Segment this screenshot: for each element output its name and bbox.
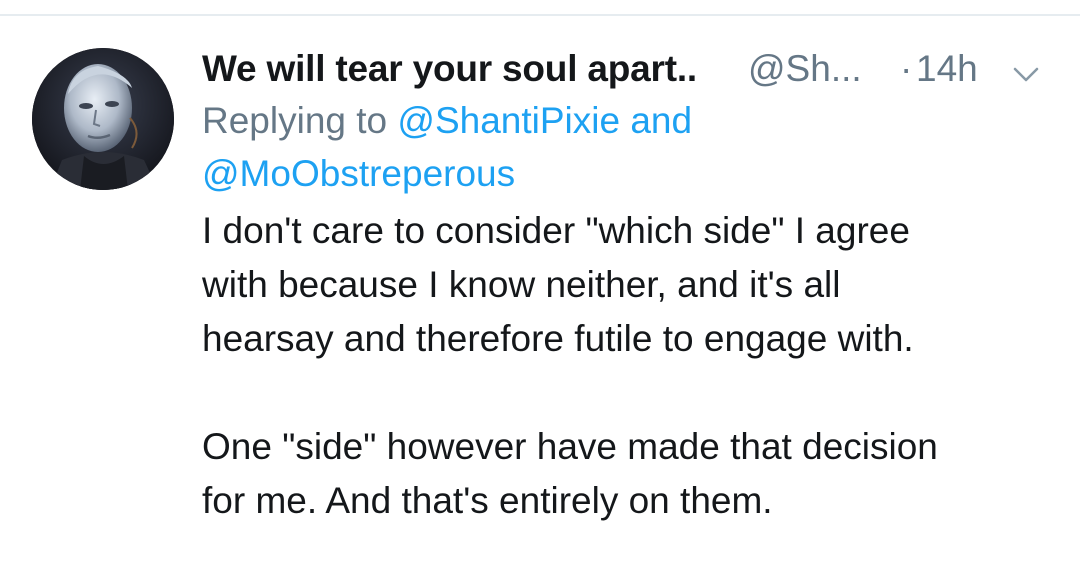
chevron-down-icon[interactable] <box>1012 60 1040 88</box>
tweet-paragraph-2: One "side" however have made that decisi… <box>202 420 1032 528</box>
tweet-text-line: I don't care to consider "which side" I … <box>202 210 910 251</box>
tweet-content: We will tear your soul apart.. @Sh... · … <box>202 38 1039 528</box>
user-handle[interactable]: @Sh... <box>748 48 862 90</box>
tweet-text-line: with because I know neither, and it's al… <box>202 264 841 305</box>
tweet-paragraph-1: I don't care to consider "which side" I … <box>202 204 1032 366</box>
reply-conjunction[interactable]: and <box>630 100 692 141</box>
avatar[interactable] <box>32 48 174 190</box>
tweet-text-line: hearsay and therefore futile to engage w… <box>202 318 914 359</box>
tweet-body: I don't care to consider "which side" I … <box>202 204 1032 528</box>
reply-context: Replying to @ShantiPixie and @MoObstrepe… <box>202 94 1032 200</box>
avatar-image <box>32 48 174 190</box>
tweet-header: We will tear your soul apart.. @Sh... · … <box>202 38 1039 102</box>
tweet-card[interactable]: We will tear your soul apart.. @Sh... · … <box>0 16 1080 566</box>
reply-prefix: Replying to <box>202 100 388 141</box>
tweet-timestamp[interactable]: 14h <box>916 48 978 90</box>
separator-dot: · <box>900 48 913 89</box>
tweet-text-line: for me. And that's entirely on them. <box>202 480 773 521</box>
mention-link-shantipixie[interactable]: @ShantiPixie <box>397 100 620 141</box>
display-name[interactable]: We will tear your soul apart.. <box>202 48 697 90</box>
tweet-text-line: One "side" however have made that decisi… <box>202 426 938 467</box>
mention-link-moobstreperous[interactable]: @MoObstreperous <box>202 153 515 194</box>
